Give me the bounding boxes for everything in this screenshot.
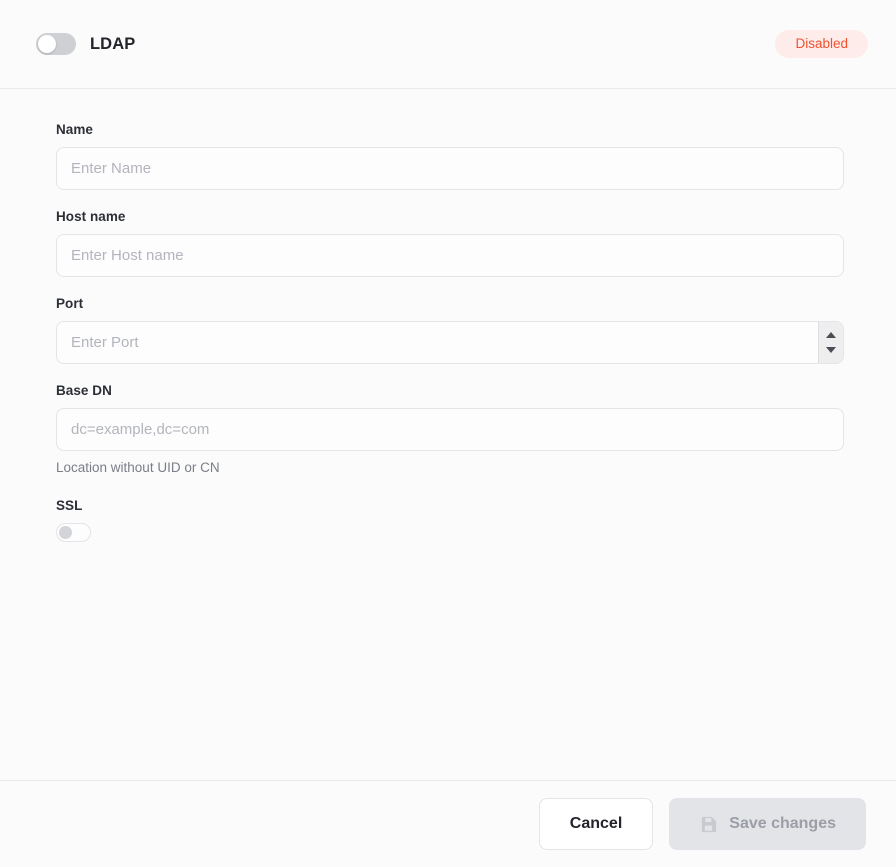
field-label-port: Port — [56, 296, 84, 311]
name-input[interactable] — [56, 147, 844, 190]
ldap-enable-toggle[interactable] — [36, 33, 76, 55]
ssl-toggle[interactable] — [56, 523, 91, 542]
cancel-button[interactable]: Cancel — [538, 798, 654, 850]
base-dn-helper-text: Location without UID or CN — [56, 460, 220, 475]
panel-header: LDAP Disabled — [0, 0, 896, 89]
page-title: LDAP — [90, 34, 136, 53]
stepper-down-icon[interactable] — [826, 347, 836, 353]
panel-body: Name Host name Port Base — [0, 89, 896, 780]
input-wrap-port — [56, 321, 844, 364]
field-ssl: SSL — [56, 498, 844, 542]
field-label-host-name: Host name — [56, 209, 126, 224]
toggle-knob — [38, 35, 56, 53]
port-input[interactable] — [56, 321, 844, 364]
input-wrap-name — [56, 147, 844, 190]
panel-header-left: LDAP — [36, 33, 775, 55]
input-wrap-host-name — [56, 234, 844, 277]
stepper-up-icon[interactable] — [826, 332, 836, 338]
field-port: Port — [56, 296, 844, 364]
save-icon — [699, 815, 718, 834]
base-dn-input[interactable] — [56, 408, 844, 451]
field-label-name: Name — [56, 122, 93, 137]
field-base-dn: Base DN Location without UID or CN — [56, 383, 844, 475]
input-wrap-base-dn — [56, 408, 844, 451]
port-number-stepper[interactable] — [818, 322, 843, 363]
save-changes-button[interactable]: Save changes — [669, 798, 866, 850]
panel-footer: Cancel Save changes — [0, 780, 896, 867]
field-host-name: Host name — [56, 209, 844, 277]
status-badge: Disabled — [775, 30, 868, 58]
field-label-ssl: SSL — [56, 498, 83, 513]
toggle-knob — [59, 526, 72, 539]
host-name-input[interactable] — [56, 234, 844, 277]
ldap-settings-panel: LDAP Disabled Name Host name Port — [0, 0, 896, 867]
save-button-label: Save changes — [729, 815, 836, 832]
field-name: Name — [56, 122, 844, 190]
field-label-base-dn: Base DN — [56, 383, 112, 398]
